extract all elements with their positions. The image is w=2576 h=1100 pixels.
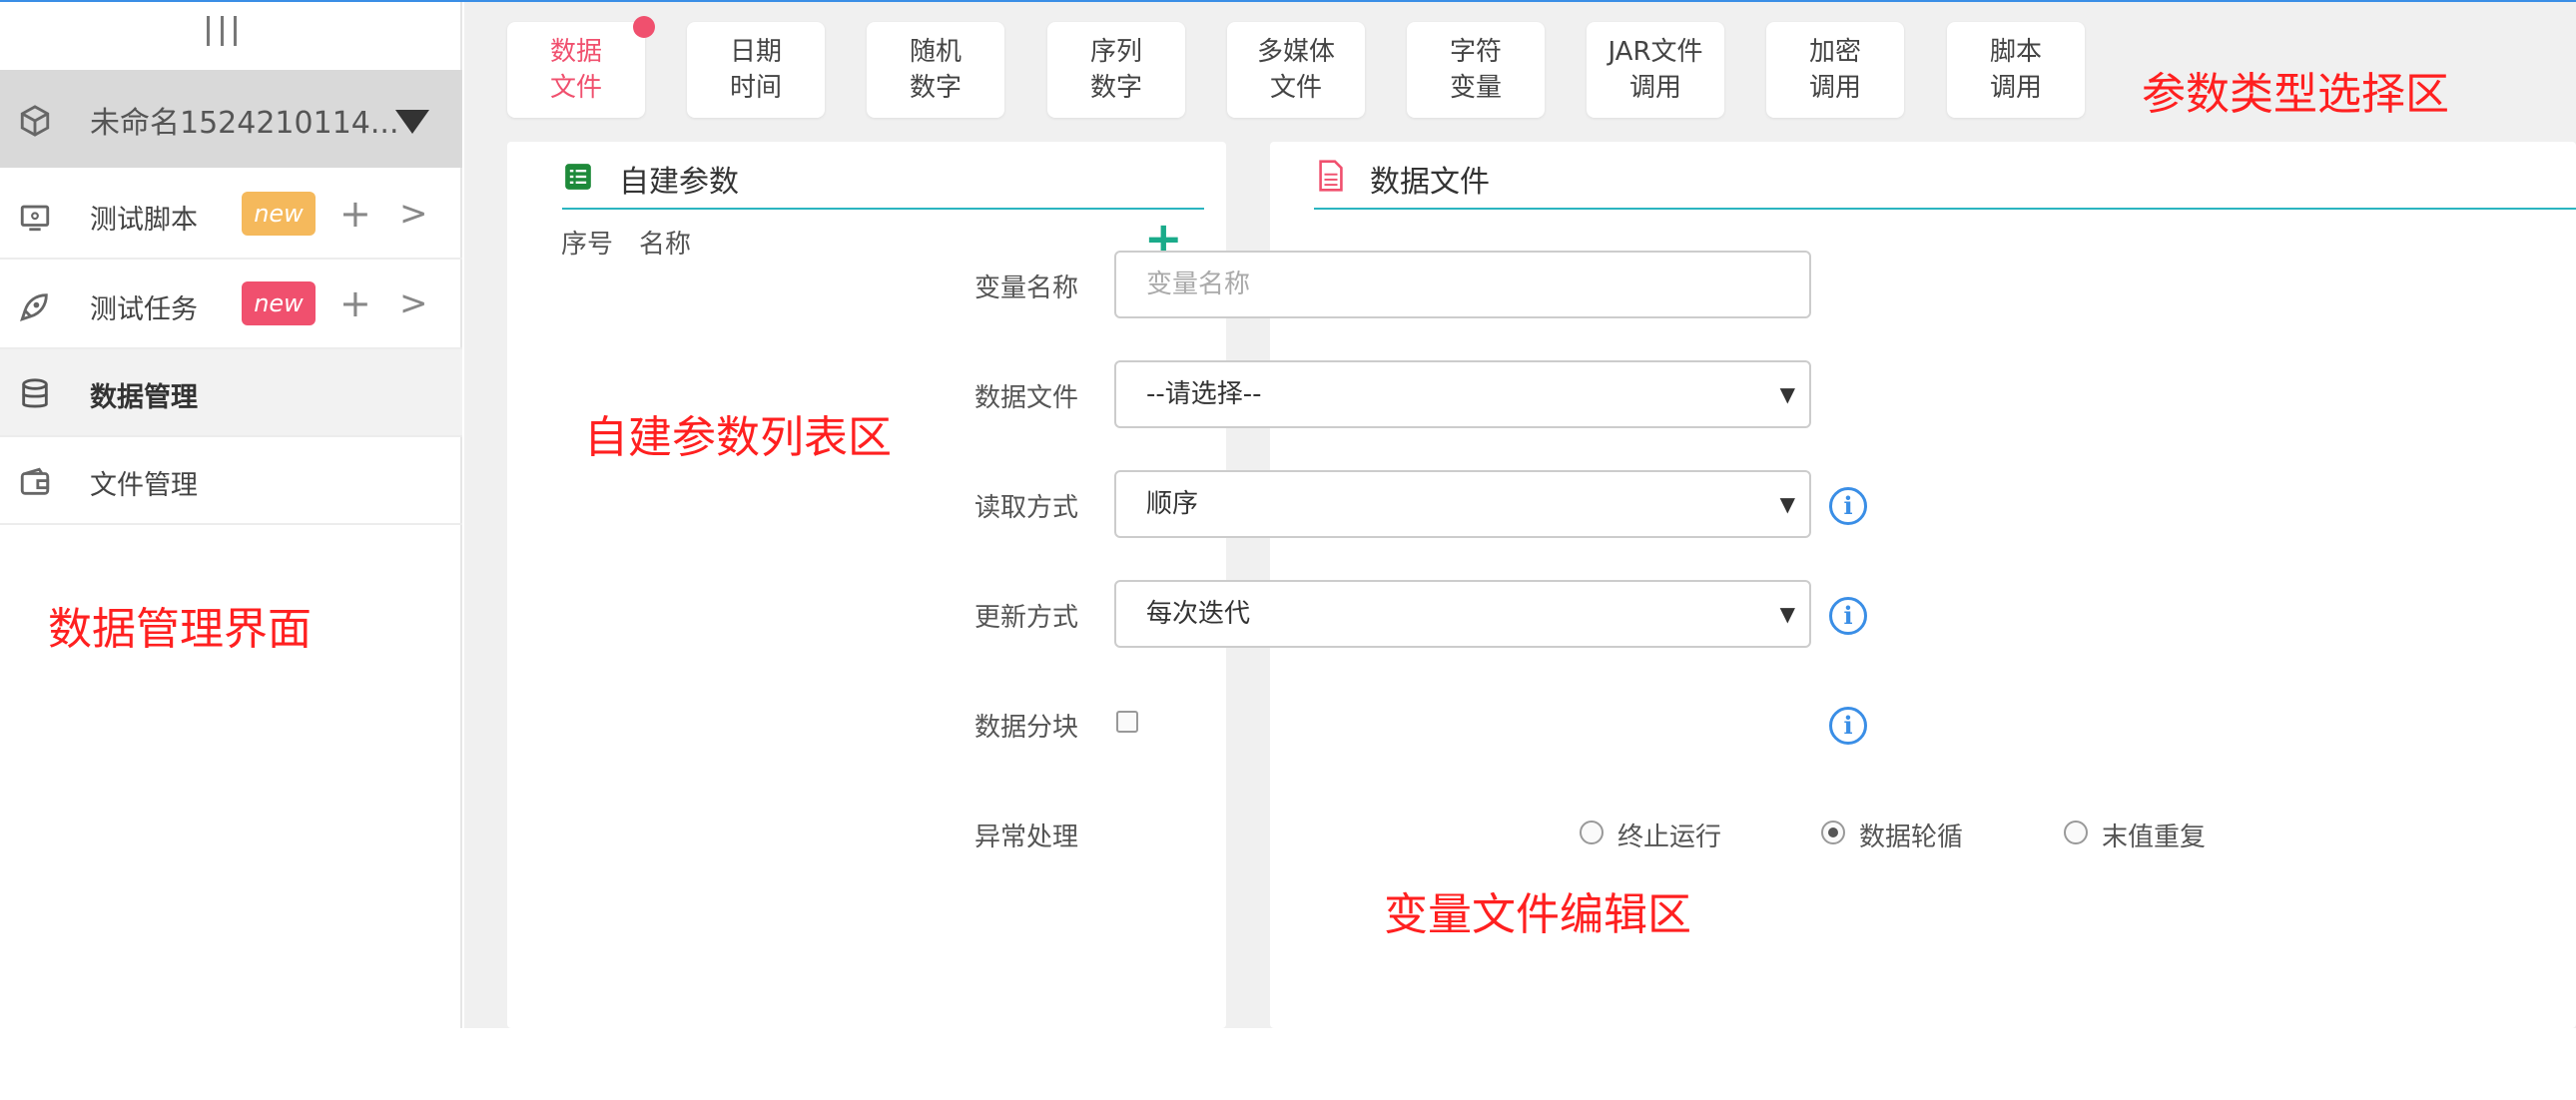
annotation-sidebar: 数据管理界面: [48, 604, 312, 655]
sidebar: 未命名1524210114... 测试脚本 new + > 测试任务 new +…: [0, 2, 462, 1028]
type-data-file-button[interactable]: 数据 文件: [507, 16, 655, 118]
new-badge: new: [242, 192, 316, 236]
column-header-name: 名称: [639, 230, 692, 260]
select-arrow-icon: ▼: [1779, 492, 1795, 516]
file-icon: [1319, 160, 1343, 192]
select-arrow-icon: ▼: [1779, 602, 1795, 626]
wallet-icon: [20, 467, 50, 495]
cube-icon: [20, 105, 50, 137]
type-sequence-number-button[interactable]: 序列 数字: [1047, 22, 1185, 118]
panel-divider: [562, 208, 1204, 210]
error-handling-label: 异常处理: [974, 823, 1079, 852]
chunk-checkbox[interactable]: [1116, 711, 1138, 733]
update-mode-select[interactable]: 每次迭代 ▼: [1114, 580, 1811, 648]
data-file-title: 数据文件: [1370, 165, 1490, 200]
type-datetime-button[interactable]: 日期 时间: [687, 22, 825, 118]
data-file-label: 数据文件: [974, 383, 1079, 413]
radio-repeat-last[interactable]: [2064, 821, 2088, 844]
update-mode-label: 更新方式: [974, 603, 1079, 633]
database-icon: [22, 378, 48, 408]
add-task-plus-icon[interactable]: +: [339, 283, 371, 323]
select-arrow-icon: ▼: [1779, 382, 1795, 406]
annotation-edit-area: 变量文件编辑区: [1384, 889, 1691, 940]
project-name: 未命名1524210114...: [90, 106, 399, 141]
sidebar-item-test-task[interactable]: 测试任务 new + >: [0, 262, 462, 349]
sidebar-item-label: 文件管理: [90, 470, 198, 501]
chunk-label: 数据分块: [974, 713, 1079, 743]
chevron-right-icon[interactable]: >: [399, 194, 428, 234]
rocket-icon: [20, 293, 48, 321]
monitor-icon: [20, 205, 50, 232]
project-selector[interactable]: 未命名1524210114...: [0, 70, 462, 168]
radio-label-repeat-last: 末值重复: [2102, 823, 2207, 852]
type-media-file-button[interactable]: 多媒体 文件: [1227, 22, 1365, 118]
info-icon[interactable]: i: [1829, 707, 1867, 745]
type-encrypt-call-button[interactable]: 加密 调用: [1766, 22, 1904, 118]
new-badge: new: [242, 281, 316, 325]
read-mode-label: 读取方式: [974, 493, 1079, 523]
type-jar-call-button[interactable]: JAR文件 调用: [1587, 22, 1724, 118]
annotation-list-area: 自建参数列表区: [584, 412, 892, 463]
read-mode-select[interactable]: 顺序 ▼: [1114, 470, 1811, 538]
info-icon[interactable]: i: [1829, 597, 1867, 635]
caret-down-icon[interactable]: [395, 110, 429, 134]
sidebar-item-label: 数据管理: [90, 382, 198, 413]
radio-label-cycle: 数据轮循: [1859, 823, 1964, 852]
notification-dot: [633, 16, 655, 38]
info-icon[interactable]: i: [1829, 487, 1867, 525]
radio-cycle[interactable]: [1821, 821, 1845, 844]
sidebar-item-file-management[interactable]: 文件管理: [0, 437, 462, 525]
sidebar-collapse-handle[interactable]: [207, 16, 237, 50]
sidebar-item-label: 测试脚本: [90, 205, 198, 236]
radio-stop[interactable]: [1580, 821, 1604, 844]
var-name-label: 变量名称: [974, 274, 1079, 303]
chevron-right-icon[interactable]: >: [399, 283, 428, 323]
data-file-select[interactable]: --请选择-- ▼: [1114, 360, 1811, 428]
annotation-type-area: 参数类型选择区: [2142, 69, 2449, 120]
column-header-index: 序号: [561, 230, 614, 260]
add-script-plus-icon[interactable]: +: [339, 194, 371, 234]
sidebar-item-test-script[interactable]: 测试脚本 new + >: [0, 172, 462, 260]
sidebar-item-label: 测试任务: [90, 294, 198, 325]
panel-divider: [1314, 208, 2576, 210]
custom-params-title: 自建参数: [619, 165, 739, 200]
var-name-input[interactable]: 变量名称: [1114, 251, 1811, 318]
type-random-number-button[interactable]: 随机 数字: [867, 22, 1004, 118]
sidebar-item-data-management[interactable]: 数据管理: [0, 349, 462, 437]
type-script-call-button[interactable]: 脚本 调用: [1947, 22, 2085, 118]
type-string-variable-button[interactable]: 字符 变量: [1407, 22, 1545, 118]
radio-label-stop: 终止运行: [1617, 823, 1722, 852]
list-icon: [565, 164, 591, 190]
